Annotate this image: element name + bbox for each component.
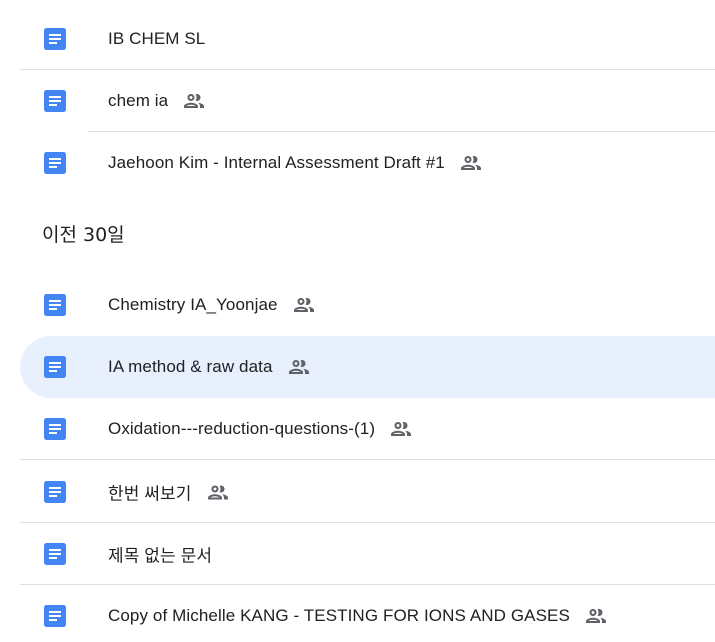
document-title: Chemistry IA_Yoonjae <box>108 293 316 317</box>
document-title-text: 제목 없는 문서 <box>108 546 213 566</box>
document-row[interactable]: chem ia <box>20 70 715 132</box>
document-title: IA method & raw data <box>108 355 311 379</box>
google-docs-icon <box>44 152 66 174</box>
document-title: IB CHEM SL <box>108 29 205 49</box>
document-title-text: chem ia <box>108 91 169 110</box>
document-row[interactable]: Chemistry IA_Yoonjae <box>20 274 715 336</box>
shared-people-icon <box>293 298 314 312</box>
document-title-text: Jaehoon Kim - Internal Assessment Draft … <box>108 153 445 172</box>
document-title: Copy of Michelle KANG - TESTING FOR IONS… <box>108 604 608 628</box>
document-title: Jaehoon Kim - Internal Assessment Draft … <box>108 151 483 175</box>
document-row[interactable]: Jaehoon Kim - Internal Assessment Draft … <box>20 132 715 194</box>
document-title-text: IB CHEM SL <box>108 29 206 48</box>
google-docs-icon <box>44 28 66 50</box>
shared-people-icon <box>184 94 205 108</box>
document-title-text: IA method & raw data <box>108 357 273 376</box>
document-row[interactable]: IB CHEM SL <box>20 8 715 70</box>
document-title: 제목 없는 문서 <box>108 542 212 567</box>
document-row[interactable]: Copy of Michelle KANG - TESTING FOR IONS… <box>20 585 715 642</box>
google-docs-icon <box>44 294 66 316</box>
google-docs-icon <box>44 605 66 627</box>
document-title: 한번 써보기 <box>108 480 230 505</box>
google-docs-icon <box>44 356 66 378</box>
document-title-text: Copy of Michelle KANG - TESTING FOR IONS… <box>108 606 570 625</box>
document-title-text: Chemistry IA_Yoonjae <box>108 295 278 314</box>
document-title-text: 한번 써보기 <box>108 484 192 504</box>
google-docs-icon <box>44 481 66 503</box>
document-title-text: Oxidation---reduction-questions-(1) <box>108 419 376 438</box>
shared-people-icon <box>207 485 228 499</box>
document-row-selected[interactable]: IA method & raw data <box>20 336 715 398</box>
section-header: 이전 30일 <box>42 224 125 246</box>
document-title: chem ia <box>108 89 206 113</box>
shared-people-icon <box>391 422 412 436</box>
shared-people-icon <box>460 156 481 170</box>
document-row[interactable]: 한번 써보기 <box>20 461 715 523</box>
document-title: Oxidation---reduction-questions-(1) <box>108 417 413 441</box>
google-docs-icon <box>44 543 66 565</box>
row-divider <box>20 459 715 460</box>
document-row[interactable]: 제목 없는 문서 <box>20 523 715 585</box>
google-docs-icon <box>44 418 66 440</box>
shared-people-icon <box>288 360 309 374</box>
google-docs-icon <box>44 90 66 112</box>
shared-people-icon <box>585 609 606 623</box>
recent-documents-list: IB CHEM SL chem ia Jaehoon Kim - Interna… <box>0 0 715 642</box>
document-row[interactable]: Oxidation---reduction-questions-(1) <box>20 398 715 460</box>
